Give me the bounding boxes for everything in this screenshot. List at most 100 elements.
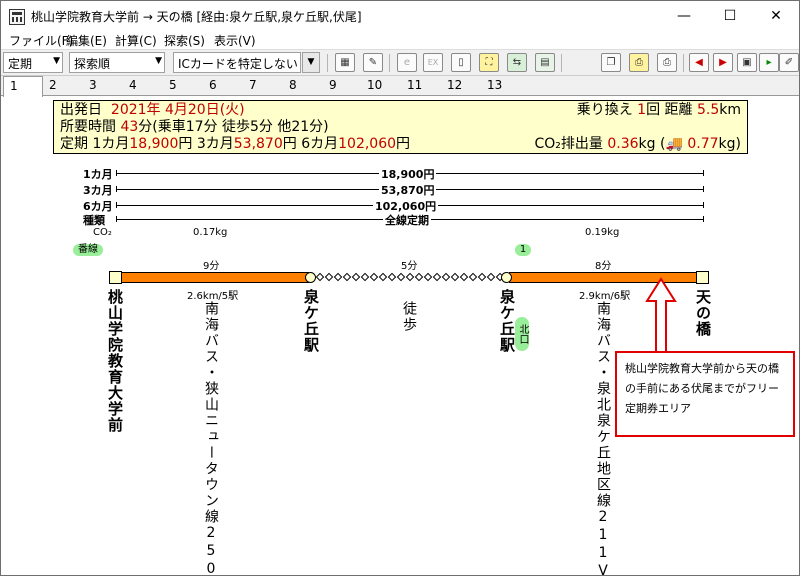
ic-icon[interactable]: ▯	[451, 53, 471, 72]
walk-dot	[468, 272, 478, 282]
close-button[interactable]: ✕	[753, 1, 799, 32]
edit-icon[interactable]: ✐	[779, 53, 799, 72]
walk-dot	[342, 272, 352, 282]
tab-12[interactable]: 12	[441, 76, 481, 96]
time-next-icon[interactable]: ▶	[713, 53, 733, 72]
menu-search[interactable]: 探索(S)	[164, 32, 205, 49]
transfer-unit: 回	[646, 102, 661, 118]
ex-icon[interactable]: EX	[423, 53, 443, 72]
toolbar-separator	[561, 54, 562, 72]
memo-icon[interactable]: ✎	[363, 53, 383, 72]
fare-label-3m: 3カ月	[83, 184, 113, 197]
walk-dot	[324, 272, 334, 282]
tab-13[interactable]: 13	[481, 76, 521, 96]
walk-segment[interactable]	[315, 272, 505, 282]
menu-view[interactable]: 表示(V)	[214, 32, 256, 49]
co2-car-close: kg)	[718, 136, 741, 152]
maximize-button[interactable]: ☐	[707, 1, 753, 32]
tab-9[interactable]: 9	[323, 76, 363, 96]
tab-1[interactable]: 1	[3, 76, 43, 97]
line-number-badge: 番線	[73, 244, 103, 256]
station-marker-izumigaoka-2[interactable]	[501, 272, 512, 283]
tab-10[interactable]: 10	[361, 76, 401, 96]
annotation-note: 桃山学院教育大学前から天の橋の手前にある伏尾までがフリー定期券エリア	[615, 351, 795, 437]
minimize-button[interactable]: —	[661, 1, 707, 32]
transfer-count: 1	[637, 102, 647, 118]
tab-5[interactable]: 5	[163, 76, 203, 96]
walk-dot	[315, 272, 325, 282]
title-bar[interactable]: 桃山学院教育大学前 → 天の橋 [経由:泉ケ丘駅,泉ケ丘駅,伏尾] — ☐ ✕	[1, 1, 799, 32]
segment-1-time: 9分	[203, 261, 220, 272]
pass-row: 定期 1カ月18,900円 3カ月53,870円 6カ月102,060円	[60, 136, 410, 153]
window-title: 桃山学院教育大学前 → 天の橋 [経由:泉ケ丘駅,泉ケ丘駅,伏尾]	[31, 10, 362, 24]
station-name-origin[interactable]: 桃山学院教育大学前	[105, 289, 126, 433]
walk-dot	[396, 272, 406, 282]
transfer-label: 乗り換え	[576, 102, 633, 118]
menu-edit[interactable]: 編集(E)	[66, 32, 107, 49]
toolbar-separator	[327, 54, 328, 72]
tab-8[interactable]: 8	[283, 76, 323, 96]
walk-dot	[405, 272, 415, 282]
ic-card-select[interactable]: ICカードを特定しない	[173, 52, 301, 73]
co2-row-label: CO₂	[93, 227, 112, 238]
toolbar-separator	[683, 54, 684, 72]
kg-unit: kg	[638, 136, 656, 152]
tab-7[interactable]: 7	[243, 76, 283, 96]
time-prev-icon[interactable]: ◀	[689, 53, 709, 72]
play-icon[interactable]: ▸	[759, 53, 779, 72]
ic-card-dropdown-button[interactable]: ▼	[302, 52, 320, 73]
station-name-destination[interactable]: 天の橋	[693, 289, 714, 337]
print-icon[interactable]: ⎙	[657, 53, 677, 72]
yen-unit: 円	[178, 136, 193, 152]
menu-file[interactable]: ファイル(F)	[9, 32, 73, 49]
tab-4[interactable]: 4	[123, 76, 163, 96]
pass-1m-value: 18,900	[129, 136, 179, 152]
station-marker-origin[interactable]	[109, 271, 122, 284]
ticket-type-select[interactable]: 定期 ▼	[3, 52, 63, 73]
route-icon[interactable]: ⇆	[507, 53, 527, 72]
station-marker-izumigaoka-1[interactable]	[305, 272, 316, 283]
map-icon[interactable]: ⛶	[479, 53, 499, 72]
exit-badge: 北口	[515, 317, 529, 351]
tab-6[interactable]: 6	[203, 76, 243, 96]
print-icon[interactable]: ⎙	[629, 53, 649, 72]
annotation-arrow-icon	[645, 277, 677, 356]
time-label: 所要時間	[60, 119, 116, 135]
pass-3m-label: 3カ月	[196, 136, 234, 152]
segment-1-distance: 2.6km/5駅	[187, 291, 239, 302]
distance-value: 5.5	[696, 102, 720, 118]
pass-6m-label: 6カ月	[301, 136, 339, 152]
walk-dot	[351, 272, 361, 282]
co2-value: 0.36	[607, 136, 639, 152]
walk-dot	[477, 272, 487, 282]
station-marker-destination[interactable]	[696, 271, 709, 284]
chevron-down-icon: ▼	[155, 56, 162, 66]
fare-tick	[116, 170, 117, 176]
copy-icon[interactable]: ❐	[601, 53, 621, 72]
segment-2-time: 5分	[401, 261, 418, 272]
walk-dot	[360, 272, 370, 282]
station-name-izumigaoka-1[interactable]: 泉ケ丘駅	[301, 289, 322, 353]
menu-calc[interactable]: 計算(C)	[115, 32, 157, 49]
fare-value-3m: 53,870円	[379, 182, 437, 198]
yen-unit: 円	[282, 136, 297, 152]
route-tabs: 1 2 3 4 5 6 7 8 9 10 11 12 13	[1, 75, 799, 97]
tab-3[interactable]: 3	[83, 76, 123, 96]
tab-2[interactable]: 2	[43, 76, 83, 96]
co2-segment-1: 0.17kg	[193, 227, 228, 238]
bus-segment-1[interactable]	[121, 272, 309, 283]
walk-dot	[441, 272, 451, 282]
line-name-bus-1: 南海バス・狭山ニュータウン線250	[203, 301, 219, 579]
sort-order-select[interactable]: 探索順 ▼	[69, 52, 165, 73]
walk-dot	[486, 272, 496, 282]
menu-bar: ファイル(F) 編集(E) 計算(C) 探索(S) 表示(V)	[1, 32, 799, 49]
co2-summary: CO₂排出量 0.36kg (🚚 0.77kg)	[535, 136, 742, 153]
e-icon[interactable]: e	[397, 53, 417, 72]
timetable-icon[interactable]: ▣	[737, 53, 757, 72]
export-icon[interactable]: ▤	[535, 53, 555, 72]
fare-label-type: 種類	[83, 214, 105, 227]
calendar-icon[interactable]: ▦	[335, 53, 355, 72]
tab-11[interactable]: 11	[401, 76, 441, 96]
walk-dot	[378, 272, 388, 282]
walk-dot	[459, 272, 469, 282]
